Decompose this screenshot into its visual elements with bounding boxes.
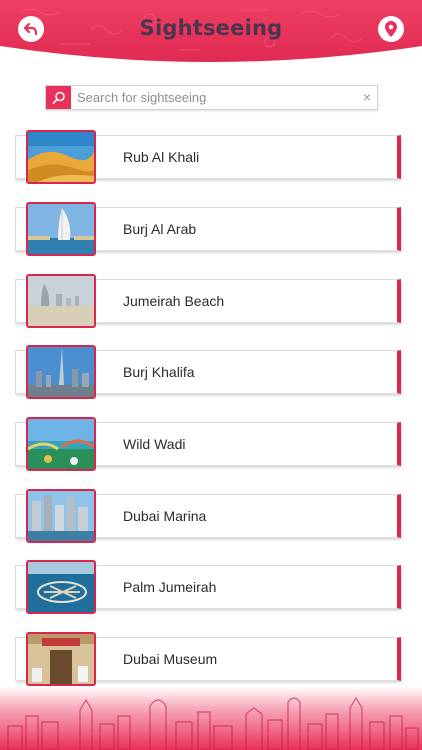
thumbnail-image: [26, 632, 96, 686]
thumbnail-image: [26, 274, 96, 328]
search-icon: [52, 91, 65, 104]
list-item[interactable]: Jumeirah Beach: [15, 274, 401, 328]
list-item-label: Burj Al Arab: [123, 221, 197, 237]
thumbnail-image: [26, 130, 96, 184]
list-item-label: Jumeirah Beach: [123, 293, 225, 309]
search-button[interactable]: [46, 86, 71, 109]
list-item[interactable]: Wild Wadi: [15, 417, 401, 471]
footer-skyline: [0, 686, 422, 750]
thumbnail-image: [26, 202, 96, 256]
thumbnail-image: [26, 560, 96, 614]
search-bar[interactable]: Search for sightseeing ×: [45, 85, 378, 110]
location-pin-icon: [385, 21, 397, 37]
search-input[interactable]: Search for sightseeing: [77, 90, 206, 105]
list-item[interactable]: Rub Al Khali: [15, 130, 401, 184]
list-item-label: Burj Khalifa: [123, 364, 195, 380]
list-item-label: Rub Al Khali: [123, 149, 200, 165]
app-header: Sightseeing: [0, 0, 422, 72]
list-item-label: Palm Jumeirah: [123, 579, 217, 595]
list-item-label: Dubai Museum: [123, 651, 218, 667]
list-item-label: Wild Wadi: [123, 436, 186, 452]
location-button[interactable]: [378, 16, 404, 42]
list-item[interactable]: Dubai Marina: [15, 489, 401, 543]
thumbnail-image: [26, 345, 96, 399]
close-icon[interactable]: ×: [363, 89, 371, 105]
list-item[interactable]: Burj Khalifa: [15, 345, 401, 399]
thumbnail-image: [26, 489, 96, 543]
city-skyline-illustration: [0, 686, 422, 750]
page-title: Sightseeing: [139, 16, 283, 40]
list-item-label: Dubai Marina: [123, 508, 207, 524]
thumbnail-image: [26, 417, 96, 471]
list-item[interactable]: Dubai Museum: [15, 632, 401, 686]
list-item[interactable]: Palm Jumeirah: [15, 560, 401, 614]
list-item[interactable]: Burj Al Arab: [15, 202, 401, 256]
